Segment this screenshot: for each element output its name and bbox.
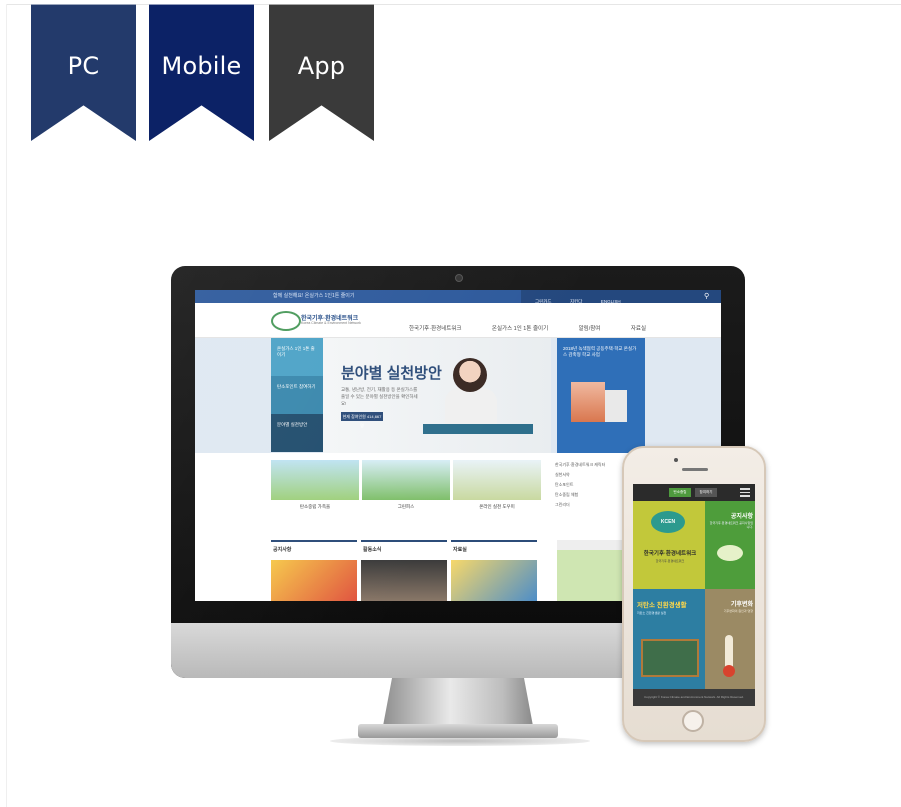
thermometer-icon [723,635,735,677]
tile-image [271,460,359,500]
mobile-tile-subtitle: 기후변화의 원인과 영향 [723,609,753,613]
tab-mobile-label: Mobile [161,52,242,80]
site-nav-item: 자료실 [630,326,647,332]
speech-bubble-icon [717,545,743,561]
news-column: 자료실 [451,540,537,601]
mobile-tile-subtitle: 저탄소 친환경생활 실천 [637,611,667,615]
phone-camera [674,458,678,462]
mobile-tab-active: 탄소중립 [669,488,691,497]
mobile-tile-title: 공지사항 [730,514,753,520]
site-logo-subtext: Korea Climate & Environment Network [301,321,361,325]
site-news-row: 공지사항 활동소식 자료실 [271,540,537,601]
mobile-tile-title: 한국기후·환경네트워크 [643,551,697,557]
news-image [451,560,537,601]
banner-text: 교통, 냉난방, 전기, 재활용 등 온실가스를 줄일 수 있는 분야별 실천방… [341,387,418,406]
site-tile: 탄소중립 가족을 [271,460,359,518]
site-nav-item: 온실가스 1인 1톤 줄이기 [491,326,549,332]
site-hero: 온실가스 1인 1톤 줄이기 탄소포인트 참여하기 분야별 실천방안 분야별 실… [195,338,721,453]
tile-image [453,460,541,500]
monitor-stand-base [358,724,558,738]
site-tile: 그린피스 [362,460,450,518]
tab-app-top-line [269,4,374,19]
site-nav-item: 알림/참여 [578,326,601,332]
promo-building-image [571,382,605,422]
site-top-bar: 함께 실천해요! 온실가스 1인1톤 줄이기 그린카드 지킨다 ENGLISH … [195,290,721,304]
site-header: 한국기후·환경네트워크 Korea Climate & Environment … [195,303,721,338]
site-side-menu: 온실가스 1인 1톤 줄이기 탄소포인트 참여하기 분야별 실천방안 [271,338,323,453]
tab-pc[interactable]: PC [31,4,136,141]
mobile-top-bar: 탄소중립 참여하기 [633,484,755,501]
search-icon: ⚲ [704,293,710,300]
news-column-title: 공지사항 [273,547,292,553]
site-logo-icon [271,311,301,331]
hamburger-menu-icon [740,488,750,497]
tile-image [362,460,450,500]
news-image [271,560,357,601]
mobile-tile-subtitle: 한국기후·환경네트워크 공지사항입니다. [709,521,753,529]
tab-pc-top-line [31,4,136,19]
site-top-text: 함께 실천해요! 온실가스 1인1톤 줄이기 [273,293,355,299]
monitor-stand-neck [383,678,533,726]
site-banner: 분야별 실천방안 교통, 냉난방, 전기, 재활용 등 온실가스를 줄일 수 있… [323,338,551,453]
mobile-tile-climate: 기후변화 기후변화의 원인과 영향 [705,589,755,689]
monitor-camera [455,274,463,282]
mobile-screen: 탄소중립 참여하기 KCEN 한국기후·환경네트워크 한국기후·환경네트워크 공… [633,484,755,706]
mobile-tab: 참여하기 [695,488,717,497]
tab-pc-label: PC [67,52,100,80]
chalkboard-image [641,639,699,677]
phone-home-button [682,710,704,732]
banner-heading: 분야별 실천방안 [341,365,442,382]
news-column-title: 활동소식 [363,547,382,553]
mobile-tile-title: 기후변화 [730,602,753,608]
banner-person-body [445,388,497,428]
banner-button: 현재 참여인원 414,667명 [341,412,383,428]
news-column: 공지사항 [271,540,357,601]
tab-mobile[interactable]: Mobile [149,4,254,141]
promo-card-text: 2018년 녹색협력 공동주택·학교 온실가스 감축형 학교 사업 [563,346,637,357]
site-utility-bar: 그린카드 지킨다 ENGLISH ⚲ [521,290,721,304]
site-nav: 한국기후·환경네트워크 온실가스 1인 1톤 줄이기 알림/참여 자료실 [409,317,672,335]
mobile-tile-notice: 공지사항 한국기후·환경네트워크 공지사항입니다. [705,501,755,589]
side-menu-item: 분야별 실천방안 [271,414,323,452]
mobile-logo: KCEN [651,511,685,533]
promo-building-image [605,390,627,422]
site-tile: 온라인 실천 도우미 [453,460,541,518]
site-nav-item: 한국기후·환경네트워크 [409,326,462,332]
tab-mobile-top-line [149,4,254,19]
tile-caption: 온라인 실천 도우미 [479,504,515,509]
site-promo-card: 2018년 녹색협력 공동주택·학교 온실가스 감축형 학교 사업 [557,338,645,453]
side-menu-item: 온실가스 1인 1톤 줄이기 [271,338,323,376]
mobile-footer: Copyright © Korea Climate and Environmen… [633,689,755,706]
news-column: 활동소식 [361,540,447,601]
page-top-border [6,4,901,5]
side-menu-item: 탄소포인트 참여하기 [271,376,323,414]
site-tile-row: 탄소중립 가족을 그린피스 온라인 실천 도우미 [271,460,541,520]
page-left-border [6,4,7,807]
mobile-tile-subtitle: 한국기후·환경네트워크 [655,559,685,563]
news-image [361,560,447,601]
phone-speaker [682,468,708,471]
news-column-title: 자료실 [453,547,467,553]
tile-caption: 그린피스 [397,504,415,509]
tile-caption: 탄소중립 가족을 [299,504,331,509]
banner-person-image [453,358,487,392]
mobile-tile-title: 저탄소 친환경생활 [637,602,687,609]
mobile-tile-intro: KCEN 한국기후·환경네트워크 한국기후·환경네트워크 [633,501,705,589]
tab-app[interactable]: App [269,4,374,141]
tab-app-label: App [297,52,346,80]
mobile-tile-lowcarbon: 저탄소 친환경생활 저탄소 친환경생활 실천 [633,589,705,689]
mobile-phone: 탄소중립 참여하기 KCEN 한국기후·환경네트워크 한국기후·환경네트워크 공… [622,446,766,742]
banner-desk-image [423,424,533,434]
